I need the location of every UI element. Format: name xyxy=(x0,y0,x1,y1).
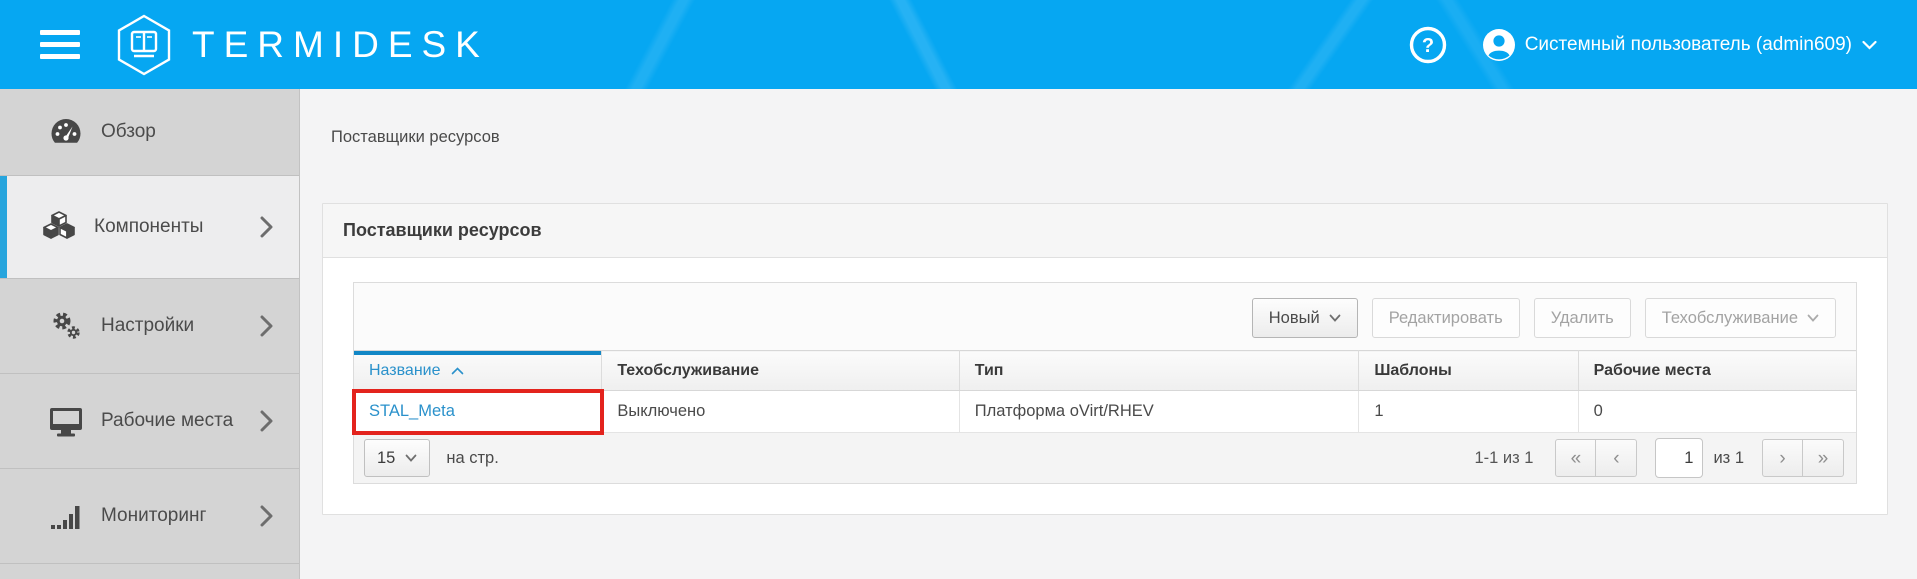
column-header-type[interactable]: Тип xyxy=(959,351,1359,391)
sidebar-item-label: Обзор xyxy=(101,121,156,143)
column-header-label: Название xyxy=(369,362,441,379)
cell-maintenance: Выключено xyxy=(602,391,959,433)
brand-name: TERMIDESK xyxy=(192,26,489,63)
maintenance-button[interactable]: Техобслуживание xyxy=(1645,298,1836,338)
new-button-label: Новый xyxy=(1269,309,1320,328)
first-page-button[interactable]: « xyxy=(1555,439,1596,477)
main-content: Поставщики ресурсов Поставщики ресурсов … xyxy=(300,89,1917,579)
provider-link[interactable]: STAL_Meta xyxy=(369,402,455,420)
question-circle-icon: ? xyxy=(1409,26,1447,64)
svg-text:?: ? xyxy=(1422,35,1434,57)
user-menu-button[interactable]: Системный пользователь (admin609) xyxy=(1481,27,1877,63)
gears-icon xyxy=(45,310,87,342)
column-header-workplaces[interactable]: Рабочие места xyxy=(1578,351,1856,391)
sidebar-item-label: Настройки xyxy=(101,315,194,337)
card-body: Новый Редактировать Удалить Техобслужива… xyxy=(323,258,1887,514)
chevron-right-icon xyxy=(260,216,273,238)
help-button[interactable]: ? xyxy=(1409,26,1447,64)
desktop-icon xyxy=(45,406,87,437)
column-header-maintenance[interactable]: Техобслуживание xyxy=(602,351,959,391)
sidebar-item-components[interactable]: Компоненты xyxy=(0,175,299,278)
cell-type: Платформа oVirt/RHEV xyxy=(959,391,1359,433)
page-size-value: 15 xyxy=(377,449,395,468)
pager-controls: 1-1 из 1 « ‹ из 1 › » xyxy=(1474,438,1844,478)
chevron-down-icon xyxy=(1862,40,1877,50)
edit-button[interactable]: Редактировать xyxy=(1372,298,1520,338)
chevron-right-icon xyxy=(260,505,273,527)
next-page-button[interactable]: › xyxy=(1762,439,1803,477)
providers-card: Поставщики ресурсов Новый Редактировать xyxy=(322,203,1888,515)
sidebar-filler xyxy=(0,563,299,579)
top-bar: TERMIDESK ? Системный пользователь (admi… xyxy=(0,0,1917,89)
column-header-name[interactable]: Название xyxy=(354,351,602,391)
pager-group-back: « ‹ xyxy=(1555,439,1637,477)
sidebar-item-monitoring[interactable]: Мониторинг xyxy=(0,468,299,563)
body-row: Обзор xyxy=(0,89,1917,579)
providers-panel: Новый Редактировать Удалить Техобслужива… xyxy=(353,282,1857,484)
sidebar-item-label: Рабочие места xyxy=(101,410,233,432)
new-button[interactable]: Новый xyxy=(1252,298,1358,338)
cubes-icon xyxy=(38,211,80,243)
page-number-input[interactable] xyxy=(1655,438,1703,478)
sidebar: Обзор xyxy=(0,89,300,579)
sidebar-item-workplaces[interactable]: Рабочие места xyxy=(0,373,299,468)
cell-workplaces: 0 xyxy=(1578,391,1856,433)
sidebar-item-label: Компоненты xyxy=(94,216,203,238)
card-title: Поставщики ресурсов xyxy=(343,220,542,241)
tachometer-icon xyxy=(45,117,87,147)
caret-down-icon xyxy=(1329,314,1341,322)
page-of-label: из 1 xyxy=(1713,449,1744,468)
toolbar: Новый Редактировать Удалить Техобслужива… xyxy=(354,283,1856,350)
delete-button-label: Удалить xyxy=(1551,309,1614,328)
delete-button[interactable]: Удалить xyxy=(1534,298,1631,338)
double-chevron-left-icon: « xyxy=(1571,449,1582,468)
table-row[interactable]: STAL_Meta Выключено Платформа oVirt/RHEV… xyxy=(354,391,1856,433)
cell-templates: 1 xyxy=(1359,391,1578,433)
column-header-label: Техобслуживание xyxy=(617,362,759,379)
logo-hexagon-icon xyxy=(112,13,176,77)
hamburger-menu-button[interactable] xyxy=(40,25,86,65)
page-size-select[interactable]: 15 xyxy=(364,439,430,477)
sidebar-item-label: Мониторинг xyxy=(101,505,206,527)
edit-button-label: Редактировать xyxy=(1389,309,1503,328)
sidebar-item-overview[interactable]: Обзор xyxy=(0,89,299,175)
sort-asc-icon xyxy=(451,367,464,375)
chevron-right-icon xyxy=(260,410,273,432)
chevron-right-icon: › xyxy=(1779,449,1785,468)
chevron-right-icon xyxy=(260,315,273,337)
column-header-label: Рабочие места xyxy=(1594,362,1711,379)
caret-down-icon xyxy=(405,454,417,462)
sidebar-item-settings[interactable]: Настройки xyxy=(0,278,299,373)
column-header-templates[interactable]: Шаблоны xyxy=(1359,351,1578,391)
pagination-bar: 15 на стр. 1-1 из 1 « ‹ xyxy=(354,433,1856,483)
app-root: TERMIDESK ? Системный пользователь (admi… xyxy=(0,0,1917,579)
per-page-label: на стр. xyxy=(446,449,498,468)
user-name-label: Системный пользователь (admin609) xyxy=(1525,34,1852,56)
last-page-button[interactable]: » xyxy=(1803,439,1844,477)
pager-group-forward: › » xyxy=(1762,439,1844,477)
double-chevron-right-icon: » xyxy=(1818,449,1829,468)
table-header-row: Название Техобслуживание Тип Шаблоны Раб… xyxy=(354,351,1856,391)
topbar-right: ? Системный пользователь (admin609) xyxy=(1409,26,1877,64)
providers-table: Название Техобслуживание Тип Шаблоны Раб… xyxy=(354,350,1856,433)
signal-bars-icon xyxy=(45,502,87,530)
maintenance-button-label: Техобслуживание xyxy=(1662,309,1798,328)
cell-name-annotated: STAL_Meta xyxy=(354,391,602,433)
brand-logo: TERMIDESK xyxy=(112,13,489,77)
user-avatar-icon xyxy=(1481,27,1517,63)
breadcrumb: Поставщики ресурсов xyxy=(331,125,1888,149)
column-header-label: Тип xyxy=(975,362,1004,379)
column-header-label: Шаблоны xyxy=(1374,362,1452,379)
range-label: 1-1 из 1 xyxy=(1474,449,1533,468)
chevron-left-icon: ‹ xyxy=(1613,449,1619,468)
prev-page-button[interactable]: ‹ xyxy=(1596,439,1637,477)
card-header: Поставщики ресурсов xyxy=(323,204,1887,258)
caret-down-icon xyxy=(1807,314,1819,322)
